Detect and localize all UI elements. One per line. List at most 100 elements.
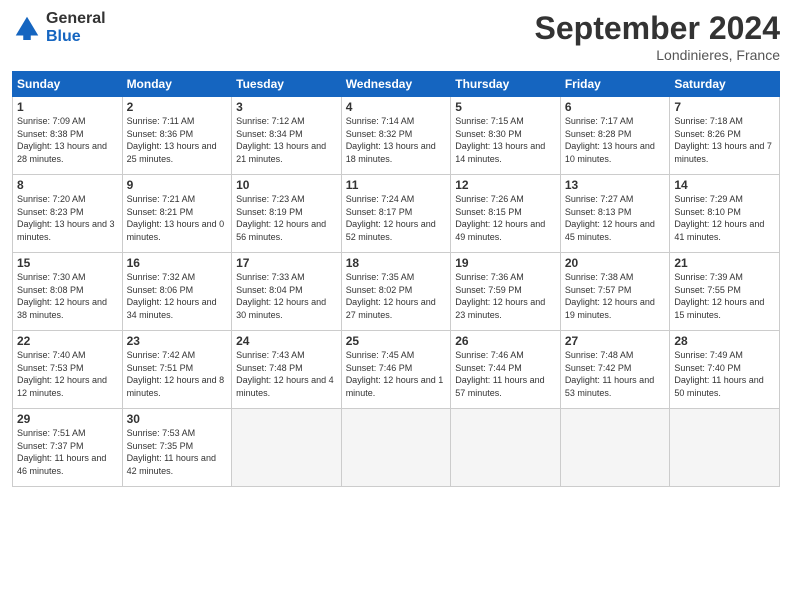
day-number: 9: [127, 178, 228, 192]
logo-blue: Blue: [46, 28, 106, 46]
calendar-week-4: 22Sunrise: 7:40 AMSunset: 7:53 PMDayligh…: [13, 331, 780, 409]
table-row: 1Sunrise: 7:09 AMSunset: 8:38 PMDaylight…: [13, 97, 123, 175]
day-number: 29: [17, 412, 118, 426]
table-row: 29Sunrise: 7:51 AMSunset: 7:37 PMDayligh…: [13, 409, 123, 487]
col-saturday: Saturday: [670, 72, 780, 97]
day-info: Sunrise: 7:09 AMSunset: 8:38 PMDaylight:…: [17, 115, 118, 165]
table-row: 5Sunrise: 7:15 AMSunset: 8:30 PMDaylight…: [451, 97, 561, 175]
day-number: 5: [455, 100, 556, 114]
day-info: Sunrise: 7:42 AMSunset: 7:51 PMDaylight:…: [127, 349, 228, 399]
location: Londinieres, France: [535, 47, 780, 63]
table-row: 10Sunrise: 7:23 AMSunset: 8:19 PMDayligh…: [232, 175, 342, 253]
table-row: 16Sunrise: 7:32 AMSunset: 8:06 PMDayligh…: [122, 253, 232, 331]
table-row: 23Sunrise: 7:42 AMSunset: 7:51 PMDayligh…: [122, 331, 232, 409]
day-info: Sunrise: 7:45 AMSunset: 7:46 PMDaylight:…: [346, 349, 447, 399]
day-info: Sunrise: 7:26 AMSunset: 8:15 PMDaylight:…: [455, 193, 556, 243]
day-info: Sunrise: 7:11 AMSunset: 8:36 PMDaylight:…: [127, 115, 228, 165]
day-number: 4: [346, 100, 447, 114]
day-info: Sunrise: 7:29 AMSunset: 8:10 PMDaylight:…: [674, 193, 775, 243]
day-number: 2: [127, 100, 228, 114]
col-thursday: Thursday: [451, 72, 561, 97]
calendar-week-1: 1Sunrise: 7:09 AMSunset: 8:38 PMDaylight…: [13, 97, 780, 175]
day-info: Sunrise: 7:38 AMSunset: 7:57 PMDaylight:…: [565, 271, 666, 321]
day-info: Sunrise: 7:33 AMSunset: 8:04 PMDaylight:…: [236, 271, 337, 321]
calendar-week-5: 29Sunrise: 7:51 AMSunset: 7:37 PMDayligh…: [13, 409, 780, 487]
table-row: 13Sunrise: 7:27 AMSunset: 8:13 PMDayligh…: [560, 175, 670, 253]
table-row: [341, 409, 451, 487]
logo-text: General Blue: [46, 10, 106, 45]
day-number: 1: [17, 100, 118, 114]
col-sunday: Sunday: [13, 72, 123, 97]
day-number: 17: [236, 256, 337, 270]
table-row: 7Sunrise: 7:18 AMSunset: 8:26 PMDaylight…: [670, 97, 780, 175]
table-row: 25Sunrise: 7:45 AMSunset: 7:46 PMDayligh…: [341, 331, 451, 409]
day-number: 28: [674, 334, 775, 348]
table-row: 17Sunrise: 7:33 AMSunset: 8:04 PMDayligh…: [232, 253, 342, 331]
day-number: 6: [565, 100, 666, 114]
day-info: Sunrise: 7:30 AMSunset: 8:08 PMDaylight:…: [17, 271, 118, 321]
day-info: Sunrise: 7:27 AMSunset: 8:13 PMDaylight:…: [565, 193, 666, 243]
col-monday: Monday: [122, 72, 232, 97]
table-row: 9Sunrise: 7:21 AMSunset: 8:21 PMDaylight…: [122, 175, 232, 253]
day-number: 10: [236, 178, 337, 192]
month-title: September 2024: [535, 10, 780, 47]
day-number: 24: [236, 334, 337, 348]
day-number: 30: [127, 412, 228, 426]
table-row: 24Sunrise: 7:43 AMSunset: 7:48 PMDayligh…: [232, 331, 342, 409]
day-number: 3: [236, 100, 337, 114]
day-number: 20: [565, 256, 666, 270]
table-row: 15Sunrise: 7:30 AMSunset: 8:08 PMDayligh…: [13, 253, 123, 331]
calendar-table: Sunday Monday Tuesday Wednesday Thursday…: [12, 71, 780, 487]
table-row: 30Sunrise: 7:53 AMSunset: 7:35 PMDayligh…: [122, 409, 232, 487]
logo-general: General: [46, 10, 106, 28]
table-row: 3Sunrise: 7:12 AMSunset: 8:34 PMDaylight…: [232, 97, 342, 175]
table-row: [670, 409, 780, 487]
table-row: [232, 409, 342, 487]
day-info: Sunrise: 7:39 AMSunset: 7:55 PMDaylight:…: [674, 271, 775, 321]
day-number: 16: [127, 256, 228, 270]
day-info: Sunrise: 7:36 AMSunset: 7:59 PMDaylight:…: [455, 271, 556, 321]
day-number: 12: [455, 178, 556, 192]
table-row: 2Sunrise: 7:11 AMSunset: 8:36 PMDaylight…: [122, 97, 232, 175]
day-number: 25: [346, 334, 447, 348]
day-info: Sunrise: 7:32 AMSunset: 8:06 PMDaylight:…: [127, 271, 228, 321]
day-info: Sunrise: 7:12 AMSunset: 8:34 PMDaylight:…: [236, 115, 337, 165]
day-number: 26: [455, 334, 556, 348]
col-tuesday: Tuesday: [232, 72, 342, 97]
day-number: 13: [565, 178, 666, 192]
day-info: Sunrise: 7:15 AMSunset: 8:30 PMDaylight:…: [455, 115, 556, 165]
table-row: 4Sunrise: 7:14 AMSunset: 8:32 PMDaylight…: [341, 97, 451, 175]
day-info: Sunrise: 7:49 AMSunset: 7:40 PMDaylight:…: [674, 349, 775, 399]
day-number: 8: [17, 178, 118, 192]
day-number: 27: [565, 334, 666, 348]
col-wednesday: Wednesday: [341, 72, 451, 97]
day-info: Sunrise: 7:14 AMSunset: 8:32 PMDaylight:…: [346, 115, 447, 165]
table-row: 28Sunrise: 7:49 AMSunset: 7:40 PMDayligh…: [670, 331, 780, 409]
table-row: 20Sunrise: 7:38 AMSunset: 7:57 PMDayligh…: [560, 253, 670, 331]
day-info: Sunrise: 7:18 AMSunset: 8:26 PMDaylight:…: [674, 115, 775, 165]
logo: General Blue: [12, 10, 106, 45]
day-number: 19: [455, 256, 556, 270]
table-row: [451, 409, 561, 487]
day-info: Sunrise: 7:46 AMSunset: 7:44 PMDaylight:…: [455, 349, 556, 399]
day-info: Sunrise: 7:51 AMSunset: 7:37 PMDaylight:…: [17, 427, 118, 477]
day-number: 14: [674, 178, 775, 192]
col-friday: Friday: [560, 72, 670, 97]
day-info: Sunrise: 7:43 AMSunset: 7:48 PMDaylight:…: [236, 349, 337, 399]
calendar-week-2: 8Sunrise: 7:20 AMSunset: 8:23 PMDaylight…: [13, 175, 780, 253]
page-container: General Blue September 2024 Londinieres,…: [0, 0, 792, 495]
day-number: 22: [17, 334, 118, 348]
table-row: 19Sunrise: 7:36 AMSunset: 7:59 PMDayligh…: [451, 253, 561, 331]
day-info: Sunrise: 7:17 AMSunset: 8:28 PMDaylight:…: [565, 115, 666, 165]
table-row: 21Sunrise: 7:39 AMSunset: 7:55 PMDayligh…: [670, 253, 780, 331]
table-row: 11Sunrise: 7:24 AMSunset: 8:17 PMDayligh…: [341, 175, 451, 253]
table-row: 22Sunrise: 7:40 AMSunset: 7:53 PMDayligh…: [13, 331, 123, 409]
table-row: 26Sunrise: 7:46 AMSunset: 7:44 PMDayligh…: [451, 331, 561, 409]
day-number: 7: [674, 100, 775, 114]
table-row: 27Sunrise: 7:48 AMSunset: 7:42 PMDayligh…: [560, 331, 670, 409]
day-number: 11: [346, 178, 447, 192]
day-info: Sunrise: 7:20 AMSunset: 8:23 PMDaylight:…: [17, 193, 118, 243]
title-block: September 2024 Londinieres, France: [535, 10, 780, 63]
day-info: Sunrise: 7:40 AMSunset: 7:53 PMDaylight:…: [17, 349, 118, 399]
page-header: General Blue September 2024 Londinieres,…: [12, 10, 780, 63]
